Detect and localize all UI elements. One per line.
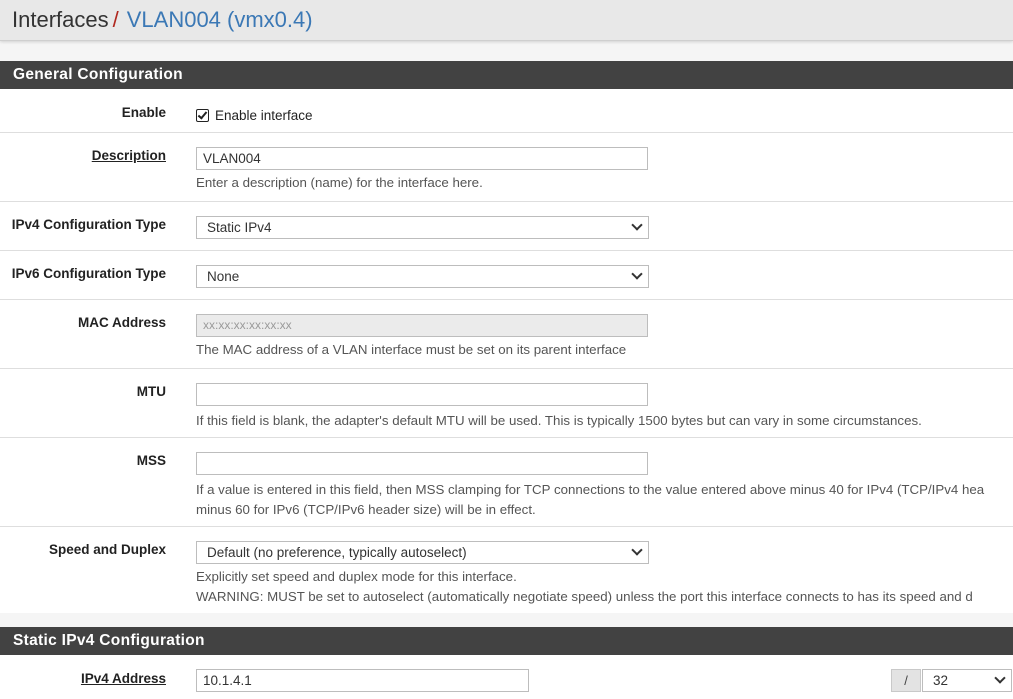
- ipv6-type-value: None: [207, 269, 240, 284]
- mac-help: The MAC address of a VLAN interface must…: [196, 342, 627, 357]
- speed-help-line2: WARNING: MUST be set to autoselect (auto…: [196, 589, 973, 604]
- enable-checkbox[interactable]: [196, 108, 209, 122]
- chevron-down-icon: [631, 219, 643, 231]
- mss-help-line2: minus 60 for IPv6 (TCP/IPv6 header size)…: [196, 502, 536, 517]
- description-help: Enter a description (name) for the inter…: [196, 175, 483, 190]
- enable-checkbox-label[interactable]: Enable interface: [215, 108, 313, 123]
- general-config-panel: Enable Enable interface Description VLAN…: [0, 89, 1013, 613]
- description-input[interactable]: VLAN004: [196, 147, 648, 170]
- speed-select[interactable]: Default (no preference, typically autose…: [196, 541, 649, 564]
- ipv6-type-label: IPv6 Configuration Type: [11, 266, 166, 281]
- mtu-row: MTU If this field is blank, the adapter'…: [0, 368, 1013, 438]
- general-config-heading: General Configuration: [0, 61, 1013, 89]
- mac-input: xx:xx:xx:xx:xx:xx: [196, 314, 648, 337]
- cidr-mask-value: 32: [933, 673, 949, 688]
- cidr-mask-select[interactable]: 32: [922, 669, 1012, 692]
- ipv4-address-input[interactable]: 10.1.4.1: [196, 669, 529, 692]
- mac-row: MAC Address xx:xx:xx:xx:xx:xx The MAC ad…: [0, 299, 1013, 369]
- mac-label: MAC Address: [77, 315, 166, 330]
- page-header: Interfaces / VLAN004 (vmx0.4): [0, 0, 1013, 41]
- breadcrumb-root[interactable]: Interfaces: [12, 7, 109, 33]
- ipv4-address-label[interactable]: IPv4 Address: [81, 671, 166, 686]
- ipv6-type-row: IPv6 Configuration Type None: [0, 250, 1013, 300]
- mtu-input[interactable]: [196, 383, 648, 406]
- chevron-down-icon: [631, 544, 643, 556]
- mss-input[interactable]: [196, 452, 648, 475]
- ipv4-address-row: IPv4 Address 10.1.4.1 / 32: [0, 655, 1013, 699]
- ipv4-type-value: Static IPv4: [207, 220, 272, 235]
- speed-help-line1: Explicitly set speed and duplex mode for…: [196, 569, 517, 584]
- ipv4-type-label: IPv4 Configuration Type: [11, 217, 166, 232]
- speed-row: Speed and Duplex Default (no preference,…: [0, 526, 1013, 613]
- breadcrumb-current[interactable]: VLAN004 (vmx0.4): [127, 7, 313, 33]
- enable-field[interactable]: Enable interface: [196, 106, 313, 123]
- mtu-help: If this field is blank, the adapter's de…: [196, 413, 922, 428]
- cidr-separator: /: [891, 669, 921, 692]
- description-row: Description VLAN004 Enter a description …: [0, 132, 1013, 202]
- mss-row: MSS If a value is entered in this field,…: [0, 437, 1013, 527]
- ipv4-type-select[interactable]: Static IPv4: [196, 216, 649, 239]
- speed-label: Speed and Duplex: [48, 542, 166, 557]
- chevron-down-icon: [631, 268, 643, 280]
- description-label[interactable]: Description: [92, 148, 166, 163]
- mtu-label: MTU: [136, 384, 166, 399]
- chevron-down-icon: [994, 672, 1006, 684]
- ipv6-type-select[interactable]: None: [196, 265, 649, 288]
- speed-value: Default (no preference, typically autose…: [207, 545, 467, 560]
- mss-help-line1: If a value is entered in this field, the…: [196, 482, 985, 497]
- breadcrumb-separator: /: [112, 7, 119, 32]
- mss-label: MSS: [136, 453, 166, 468]
- enable-label: Enable: [121, 105, 166, 120]
- static-ipv4-panel: IPv4 Address 10.1.4.1 / 32: [0, 655, 1013, 699]
- ipv4-type-row: IPv4 Configuration Type Static IPv4: [0, 201, 1013, 251]
- enable-row: Enable Enable interface: [0, 89, 1013, 133]
- static-ipv4-heading: Static IPv4 Configuration: [0, 627, 1013, 655]
